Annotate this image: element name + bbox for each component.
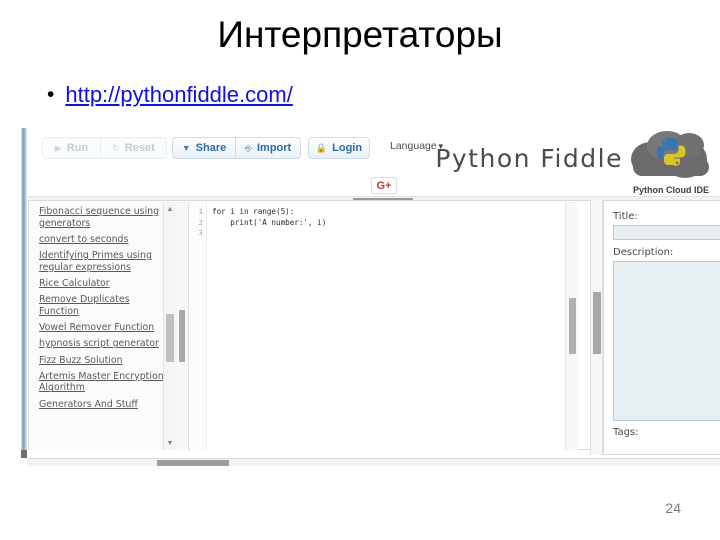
line-number: 1 — [198, 207, 203, 216]
tags-label: Tags: — [613, 427, 639, 438]
description-textarea[interactable] — [613, 261, 720, 421]
title-label: Title: — [613, 211, 638, 222]
sidebar-vertical-scrollbar[interactable]: ▲ ▼ — [163, 202, 176, 450]
login-button[interactable]: 🔒 Login — [308, 137, 370, 159]
run-button[interactable]: ▶ Run — [42, 137, 100, 159]
editor-vertical-scrollbar[interactable] — [565, 202, 578, 450]
line-number: 3 — [198, 228, 203, 237]
scrollbar-thumb[interactable] — [569, 298, 576, 354]
slide-page-number: 24 — [665, 500, 681, 516]
reset-button-label: Reset — [124, 142, 155, 154]
properties-panel: Title: Description: Tags: — [603, 200, 720, 455]
scrollbar-thumb[interactable] — [593, 292, 601, 354]
sidebar-editor-splitter[interactable] — [176, 202, 189, 450]
bullet-marker: • — [47, 83, 55, 106]
examples-sidebar: Fibonacci sequence using generators conv… — [30, 202, 176, 450]
list-item[interactable]: Identifying Primes using regular express… — [39, 250, 168, 273]
lock-icon: 🔒 — [315, 142, 328, 153]
description-label: Description: — [613, 247, 674, 258]
scrollbar-thumb[interactable] — [166, 314, 174, 362]
scrollbar-thumb[interactable] — [157, 460, 229, 466]
login-button-label: Login — [332, 142, 363, 154]
editor-line-number-gutter: 1 2 3 — [190, 202, 207, 450]
examples-list: Fibonacci sequence using generators conv… — [30, 202, 176, 410]
language-menu-label: Language — [390, 140, 437, 152]
title-input[interactable] — [613, 225, 720, 240]
splitter-grip[interactable] — [179, 310, 185, 362]
bullet-list-item: • http://pythonfiddle.com/ — [47, 80, 293, 110]
import-button-label: Import — [256, 142, 292, 154]
list-item[interactable]: hypnosis script generator — [39, 338, 168, 350]
brand-caption: Python Cloud IDE — [633, 185, 709, 195]
main-panes: Fibonacci sequence using generators conv… — [28, 200, 720, 458]
code-editor[interactable]: 1 2 3 for i in range(5): print('A number… — [190, 202, 570, 450]
line-number: 2 — [198, 217, 203, 227]
reset-button[interactable]: ↻ Reset — [100, 137, 167, 159]
run-button-label: Run — [66, 142, 89, 154]
pythonfiddle-link[interactable]: http://pythonfiddle.com/ — [65, 80, 292, 110]
list-item[interactable]: Vowel Remover Function — [39, 322, 168, 334]
caret-down-icon: ▼ — [181, 143, 191, 153]
list-item[interactable]: Remove Duplicates Function — [39, 294, 168, 317]
share-button[interactable]: ▼ Share — [172, 137, 235, 159]
list-item[interactable]: Artemis Master Encryption Algorithm — [39, 371, 168, 394]
import-arrow-icon: ⎆ — [244, 142, 252, 153]
browser-left-edge-cap — [21, 450, 27, 458]
play-icon: ▶ — [54, 142, 62, 153]
share-button-label: Share — [195, 142, 227, 154]
list-item[interactable]: Fizz Buzz Solution — [39, 355, 168, 367]
editor-code-content[interactable]: for i in range(5): print('A number:', i) — [212, 207, 326, 228]
list-item[interactable]: Fibonacci sequence using generators — [39, 206, 168, 229]
scroll-up-icon[interactable]: ▲ — [164, 203, 176, 215]
brand-name: Python Fiddle — [435, 144, 623, 173]
page-title: Интерпретаторы — [217, 14, 503, 55]
python-cloud-logo: Python Cloud IDE — [627, 129, 715, 197]
list-item[interactable]: convert to seconds — [39, 234, 168, 246]
google-plus-button[interactable]: G+ — [371, 177, 397, 194]
refresh-icon: ↻ — [112, 142, 120, 153]
properties-panel-scrollbar[interactable] — [590, 200, 603, 455]
app-toolbar: ▶ Run ↻ Reset ▼ Share ⎆ Import 🔒 Login L… — [27, 128, 720, 200]
import-button[interactable]: ⎆ Import — [235, 137, 301, 159]
scroll-down-icon[interactable]: ▼ — [164, 437, 176, 449]
page-horizontal-scrollbar[interactable] — [27, 458, 720, 466]
list-item[interactable]: Generators And Stuff — [39, 399, 168, 411]
list-item[interactable]: Rice Calculator — [39, 278, 168, 290]
embedded-browser-screenshot: ▶ Run ↻ Reset ▼ Share ⎆ Import 🔒 Login L… — [0, 128, 720, 466]
